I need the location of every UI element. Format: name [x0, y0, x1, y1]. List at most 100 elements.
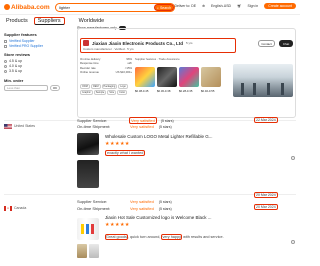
stat-value: 96% [126, 56, 132, 61]
service-count: (5 stars) [158, 199, 172, 204]
factory-worker [253, 83, 256, 95]
service-label: Supplier Service: [77, 199, 108, 204]
review-text: exactly what I wanted [105, 150, 146, 156]
product-price: $0.30-0.38 [157, 89, 171, 93]
filter-label: 4.0 & up [9, 64, 23, 68]
us-flag-icon [4, 124, 12, 129]
capability-chip: Logo [118, 84, 128, 89]
review-date: 22 Mar 2024 [254, 117, 278, 123]
logo-icon [4, 4, 10, 10]
company-avatar [83, 40, 89, 46]
product-thumbnails [135, 67, 221, 87]
shipment-label: On-time Shipment: [77, 206, 111, 211]
review-product-image[interactable] [77, 133, 99, 155]
filter-verified-pro[interactable]: Verified PRO Supplier [4, 44, 70, 48]
review-product-title[interactable]: Jiaxin Hot Sale Customized logo is Welco… [105, 215, 211, 220]
stat-key: Online revenue [80, 70, 99, 74]
review-stars: ★★★★★ [105, 141, 130, 147]
radio[interactable] [4, 64, 7, 68]
create-account-button[interactable]: Create account [264, 3, 296, 9]
globe-icon[interactable]: ⊕ [202, 4, 205, 8]
filter-verified[interactable]: Verified Supplier [4, 39, 70, 43]
product-thumbnail[interactable] [135, 67, 155, 87]
sign-in-link[interactable]: Sign in [248, 4, 259, 8]
radio[interactable] [4, 59, 7, 63]
company-meta: Custom manufacturer · Verified · 5 yrs [83, 47, 134, 51]
stat-key: Response time [80, 61, 99, 65]
shipment-count: (5 stars) [158, 124, 172, 129]
supplier-stats: On-time delivery 96% Response time ≤2h Reo… [80, 56, 132, 75]
divider [4, 194, 296, 195]
language-selector[interactable]: English-USD [211, 4, 231, 8]
contact-button[interactable]: Contact [258, 40, 275, 47]
review-text-part: , quick turn around, [127, 235, 162, 239]
moq-row: Less than OK [4, 85, 70, 91]
filter-title-reviews: Store reviews [4, 52, 31, 57]
stat-key: Reorder rate [80, 65, 96, 70]
search-bar[interactable]: lighter ⌕ Search [55, 3, 175, 12]
review-photo[interactable] [89, 244, 99, 258]
company-name[interactable]: Jiaxian Jiaxin Electronic Products Co., … [92, 41, 183, 46]
review-photo[interactable] [77, 244, 87, 258]
filter-label: 3.5 & up [9, 69, 23, 73]
stat-value: <15% [124, 65, 132, 70]
search-tabs: Products Suppliers Worldwide [4, 16, 106, 26]
lighter-shape [86, 224, 89, 234]
product-thumbnail[interactable] [157, 67, 177, 87]
stat-value: US $10,000+ [115, 70, 132, 74]
stat-row: Online revenue US $10,000+ [80, 70, 132, 74]
logo-text: Alibaba.com [11, 3, 50, 11]
moq-ok-button[interactable]: OK [50, 85, 60, 91]
filter-rating-3[interactable]: 3.5 & up [4, 69, 70, 73]
filter-rating-2[interactable]: 4.0 & up [4, 64, 70, 68]
chat-button[interactable]: Chat [279, 40, 293, 47]
tab-worldwide[interactable]: Worldwide [77, 18, 107, 24]
stat-value: ≤2h [127, 61, 132, 65]
tab-suppliers[interactable]: Suppliers [33, 17, 65, 25]
moq-input[interactable]: Less than [4, 85, 48, 91]
cart-icon[interactable]: 🛒︎ [237, 4, 241, 8]
reviewer-country: Canada [14, 206, 27, 210]
search-button[interactable]: ⌕ Search [154, 4, 174, 11]
review-stars: ★★★★★ [105, 222, 130, 228]
deliver-to-label: Deliver to: [174, 4, 191, 8]
checkbox[interactable] [4, 44, 7, 48]
product-thumbnail[interactable] [179, 67, 199, 87]
lighter-shape [81, 224, 84, 234]
company-years: 5 yrs [186, 41, 193, 45]
company-header[interactable]: Jiaxian Jiaxin Electronic Products Co., … [80, 38, 236, 53]
factory-photo[interactable] [233, 64, 293, 97]
review-text-part: with results and service. [182, 235, 224, 239]
lighter-shape [91, 224, 94, 234]
ontime-shipment-row: On-time Shipment: Very satisfied (5 star… [77, 206, 172, 211]
search-icon: ⌕ [156, 5, 159, 10]
review-product-image[interactable] [77, 218, 99, 240]
zoom-icon[interactable] [291, 156, 295, 160]
zoom-icon[interactable] [291, 240, 295, 244]
filter-label: 4.5 & up [9, 59, 23, 63]
product-thumbnail[interactable] [201, 67, 221, 87]
review-photo[interactable] [77, 160, 99, 188]
search-input[interactable]: lighter [59, 5, 70, 10]
product-price: $0.38-0.45 [135, 89, 149, 93]
filter-title-features: Supplier features [4, 32, 37, 37]
factory-worker [281, 83, 284, 95]
review-date: 20 Mar 2024 [254, 192, 278, 198]
checkbox[interactable] [4, 39, 7, 43]
ontime-shipment-row: On-time Shipment: Very satisfied (5 star… [77, 124, 172, 129]
supplier-service-row: Supplier Service: Very satisfied (5 star… [77, 199, 172, 204]
alibaba-logo[interactable]: Alibaba.com [4, 4, 52, 11]
filter-rating-1[interactable]: 4.5 & up [4, 59, 70, 63]
supplier-service-row: Supplier Service: Very satisfied (5 star… [77, 117, 174, 124]
factory-worker [241, 83, 244, 95]
tab-products[interactable]: Products [4, 18, 30, 24]
product-prices: $0.38-0.45 $0.30-0.38 $0.28-0.35 $0.40-0… [135, 89, 221, 93]
filter-title-moq: Min. order [4, 78, 24, 83]
review-product-title[interactable]: Wholesale Custom LOGO Metal Lighter Refi… [105, 134, 213, 139]
radio[interactable] [4, 69, 7, 73]
stat-row: Response time ≤2h [80, 61, 132, 65]
stat-row: Reorder rate <15% [80, 66, 132, 70]
deliver-to[interactable]: Deliver to: DE [174, 4, 196, 8]
shipment-value: Very satisfied [130, 124, 154, 129]
capability-chip: ODM [80, 84, 90, 89]
